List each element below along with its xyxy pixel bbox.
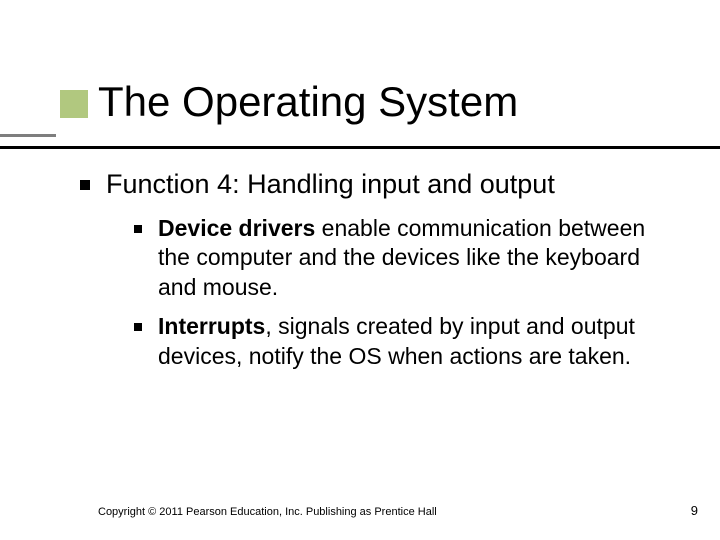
square-bullet-icon bbox=[134, 225, 142, 233]
level2-text: Interrupts, signals created by input and… bbox=[158, 312, 658, 371]
square-bullet-icon bbox=[80, 180, 90, 190]
long-rule-icon bbox=[0, 146, 720, 149]
bold-term: Device drivers bbox=[158, 215, 315, 241]
page-number: 9 bbox=[691, 503, 698, 518]
square-bullet-icon bbox=[134, 323, 142, 331]
bullet-level1: Function 4: Handling input and output bbox=[80, 168, 680, 202]
slide: The Operating System Function 4: Handlin… bbox=[0, 0, 720, 540]
level2-container: Device drivers enable communication betw… bbox=[134, 214, 680, 371]
level2-text: Device drivers enable communication betw… bbox=[158, 214, 658, 302]
bold-term: Interrupts bbox=[158, 313, 265, 339]
copyright-footer: Copyright © 2011 Pearson Education, Inc.… bbox=[98, 506, 437, 518]
slide-body: Function 4: Handling input and output De… bbox=[80, 168, 680, 381]
level1-text: Function 4: Handling input and output bbox=[106, 168, 555, 202]
accent-square-icon bbox=[60, 90, 88, 118]
bullet-level2: Interrupts, signals created by input and… bbox=[134, 312, 680, 371]
short-rule-icon bbox=[0, 134, 56, 137]
slide-title: The Operating System bbox=[98, 78, 518, 126]
bullet-level2: Device drivers enable communication betw… bbox=[134, 214, 680, 302]
